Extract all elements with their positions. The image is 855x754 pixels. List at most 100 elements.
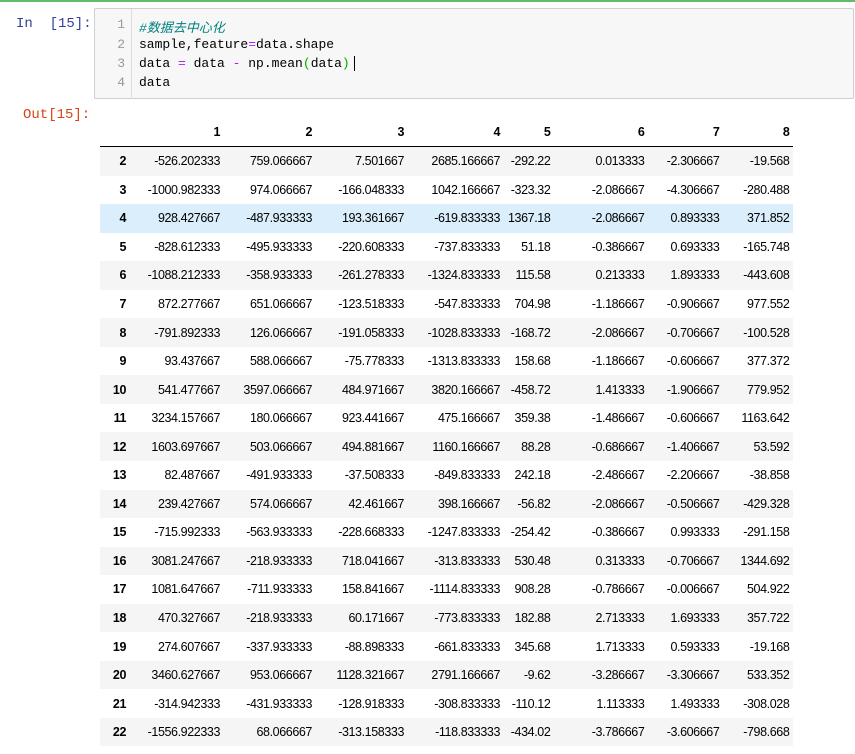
code-editor[interactable]: 1 2 3 4 #数据去中心化 sample,feature=data.shap… <box>94 8 854 99</box>
table-cell: -1.186667 <box>591 354 645 369</box>
table-header-row: 1 2 3 4 5 6 7 8 <box>100 118 794 147</box>
table-cell: -0.706667 <box>666 325 720 340</box>
table-cell: -254.42 <box>510 525 551 540</box>
code-text: data.shape <box>256 37 335 52</box>
table-cell: 193.361667 <box>341 211 404 226</box>
table-cell: -3.606667 <box>666 725 720 740</box>
table-cell: 2.713333 <box>595 611 645 626</box>
table-row: 6 -1088.212333 -358.933333 -261.278333 -1324… <box>100 261 794 290</box>
table-cell: 541.477667 <box>157 382 220 397</box>
table-cell: -313.158333 <box>338 725 404 740</box>
row-index: 3 <box>119 182 126 197</box>
table-cell: 908.28 <box>514 582 551 597</box>
table-cell: 42.461667 <box>348 496 405 511</box>
table-cell: 0.993333 <box>670 525 720 540</box>
table-cell: 53.592 <box>753 439 790 454</box>
table-cell: 0.593333 <box>670 639 720 654</box>
table-cell: -37.508333 <box>344 468 405 483</box>
row-index: 22 <box>112 725 127 740</box>
table-row: 2 -526.202333 759.066667 7.501667 2685.16666… <box>100 146 794 176</box>
table-cell: -849.833333 <box>434 468 500 483</box>
table-cell: 359.38 <box>514 411 551 426</box>
table-cell: 377.372 <box>747 354 790 369</box>
table-cell: -9.62 <box>523 668 551 683</box>
row-index: 8 <box>119 325 126 340</box>
table-cell: -434.02 <box>510 725 551 740</box>
table-cell: -458.72 <box>510 382 551 397</box>
table-row: 5 -828.612333 -495.933333 -220.608333 -737.8… <box>100 233 793 262</box>
table-cell: -1.486667 <box>591 411 645 426</box>
table-cell: 60.171667 <box>348 611 405 626</box>
table-cell: -828.612333 <box>154 239 220 254</box>
table-cell: 2791.166667 <box>431 668 500 683</box>
column-header: 4 <box>493 125 500 139</box>
table-cell: -358.933333 <box>246 268 312 283</box>
table-cell: 1163.642 <box>741 411 790 426</box>
row-index: 19 <box>112 639 127 654</box>
table-cell: 3234.157667 <box>151 411 220 426</box>
table-cell: 345.68 <box>514 639 551 654</box>
table-cell: 0.313333 <box>595 553 645 568</box>
table-cell: -314.942333 <box>154 696 220 711</box>
row-index: 7 <box>119 297 126 311</box>
table-cell: 51.18 <box>521 239 551 254</box>
table-cell: -218.933333 <box>246 553 312 568</box>
dataframe-output: 12345678 2 -526.202333 759.066667 7.501667 2… <box>100 118 794 747</box>
table-cell: 475.166667 <box>437 411 500 426</box>
table-cell: -110.12 <box>511 696 551 711</box>
code-text: data <box>185 56 233 71</box>
table-cell: -1.906667 <box>666 382 720 397</box>
table-cell: 88.28 <box>521 439 551 454</box>
table-cell: -220.608333 <box>338 239 404 254</box>
table-cell: 530.48 <box>514 553 551 568</box>
table-cell: -1114.833333 <box>429 582 501 597</box>
code-line-2: sample,feature=data.shape <box>139 37 334 52</box>
table-cell: -323.32 <box>510 182 551 197</box>
table-cell: 2685.166667 <box>431 154 500 169</box>
code-comment: #数据去中心化 <box>139 21 225 36</box>
table-cell: -0.006667 <box>666 582 720 597</box>
row-index: 6 <box>119 268 126 283</box>
table-cell: -228.668333 <box>338 525 404 540</box>
table-cell: -563.933333 <box>246 525 312 540</box>
table-cell: -711.933333 <box>247 582 312 597</box>
table-cell: -495.933333 <box>246 239 312 254</box>
table-body: 2 -526.202333 759.066667 7.501667 2685.16666… <box>100 146 794 747</box>
table-cell: 923.441667 <box>341 411 404 426</box>
table-cell: -619.833333 <box>434 211 500 226</box>
table-cell: 1128.321667 <box>336 668 404 683</box>
table-cell: -3.306667 <box>666 668 720 683</box>
table-cell: -0.606667 <box>666 411 720 426</box>
table-row: 11 3234.157667 180.066667 923.441667 475.166… <box>100 404 793 433</box>
row-index: 20 <box>112 668 127 683</box>
table-cell: -1313.833333 <box>427 354 501 369</box>
row-index: 2 <box>119 154 126 169</box>
table-cell: -429.328 <box>743 496 790 511</box>
row-index: 18 <box>112 611 127 626</box>
table-cell: 1.693333 <box>670 611 720 626</box>
row-index: 17 <box>112 582 127 597</box>
table-cell: 470.327667 <box>157 611 220 626</box>
line-number-gutter: 1 2 3 4 <box>95 9 132 99</box>
table-cell: 533.352 <box>747 668 790 683</box>
table-row: 16 3081.247667 -218.933333 718.041667 -313.8… <box>100 546 794 576</box>
table-row: 17 1081.647667 -711.933333 158.841667 -1114.… <box>100 575 793 604</box>
table-cell: -128.918333 <box>338 696 404 711</box>
column-header: 2 <box>305 125 312 139</box>
line-number: 1 <box>117 17 125 32</box>
table-cell: -38.858 <box>749 468 790 483</box>
table-row: 22 -1556.922333 68.066667 -313.158333 -118.8… <box>100 717 794 747</box>
row-index: 13 <box>112 468 127 483</box>
table-cell: 158.841667 <box>341 582 404 597</box>
table-cell: -2.486667 <box>591 468 645 483</box>
table-cell: -166.048333 <box>338 182 404 197</box>
row-index: 21 <box>112 696 127 711</box>
table-row: 9 93.437667 588.066667 -75.778333 -1313.8333… <box>100 347 793 376</box>
code-text: sample,feature <box>139 37 249 52</box>
table-cell: 503.066667 <box>249 439 312 454</box>
column-header: 5 <box>543 125 551 139</box>
table-cell: -1556.922333 <box>147 725 221 740</box>
table-cell: -737.833333 <box>434 239 500 254</box>
row-index: 5 <box>119 239 126 254</box>
table-cell: 704.98 <box>514 297 551 311</box>
